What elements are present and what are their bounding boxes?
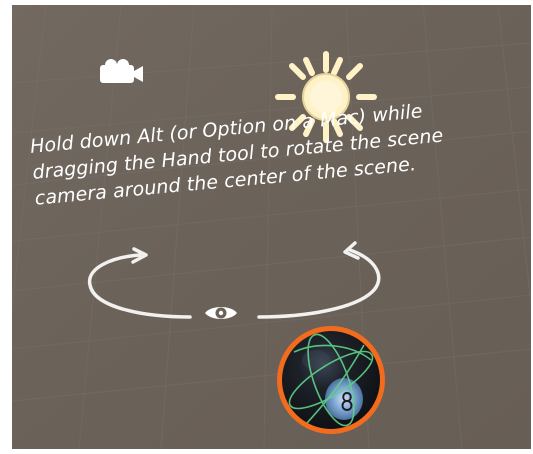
selected-sphere[interactable] (272, 321, 390, 439)
eye-icon[interactable] (201, 300, 241, 326)
camera-icon[interactable] (96, 55, 148, 89)
screenshot-frame: Hold down Alt (or Option on a Mac) while… (0, 0, 533, 454)
scene-view[interactable]: Hold down Alt (or Option on a Mac) while… (12, 5, 531, 449)
